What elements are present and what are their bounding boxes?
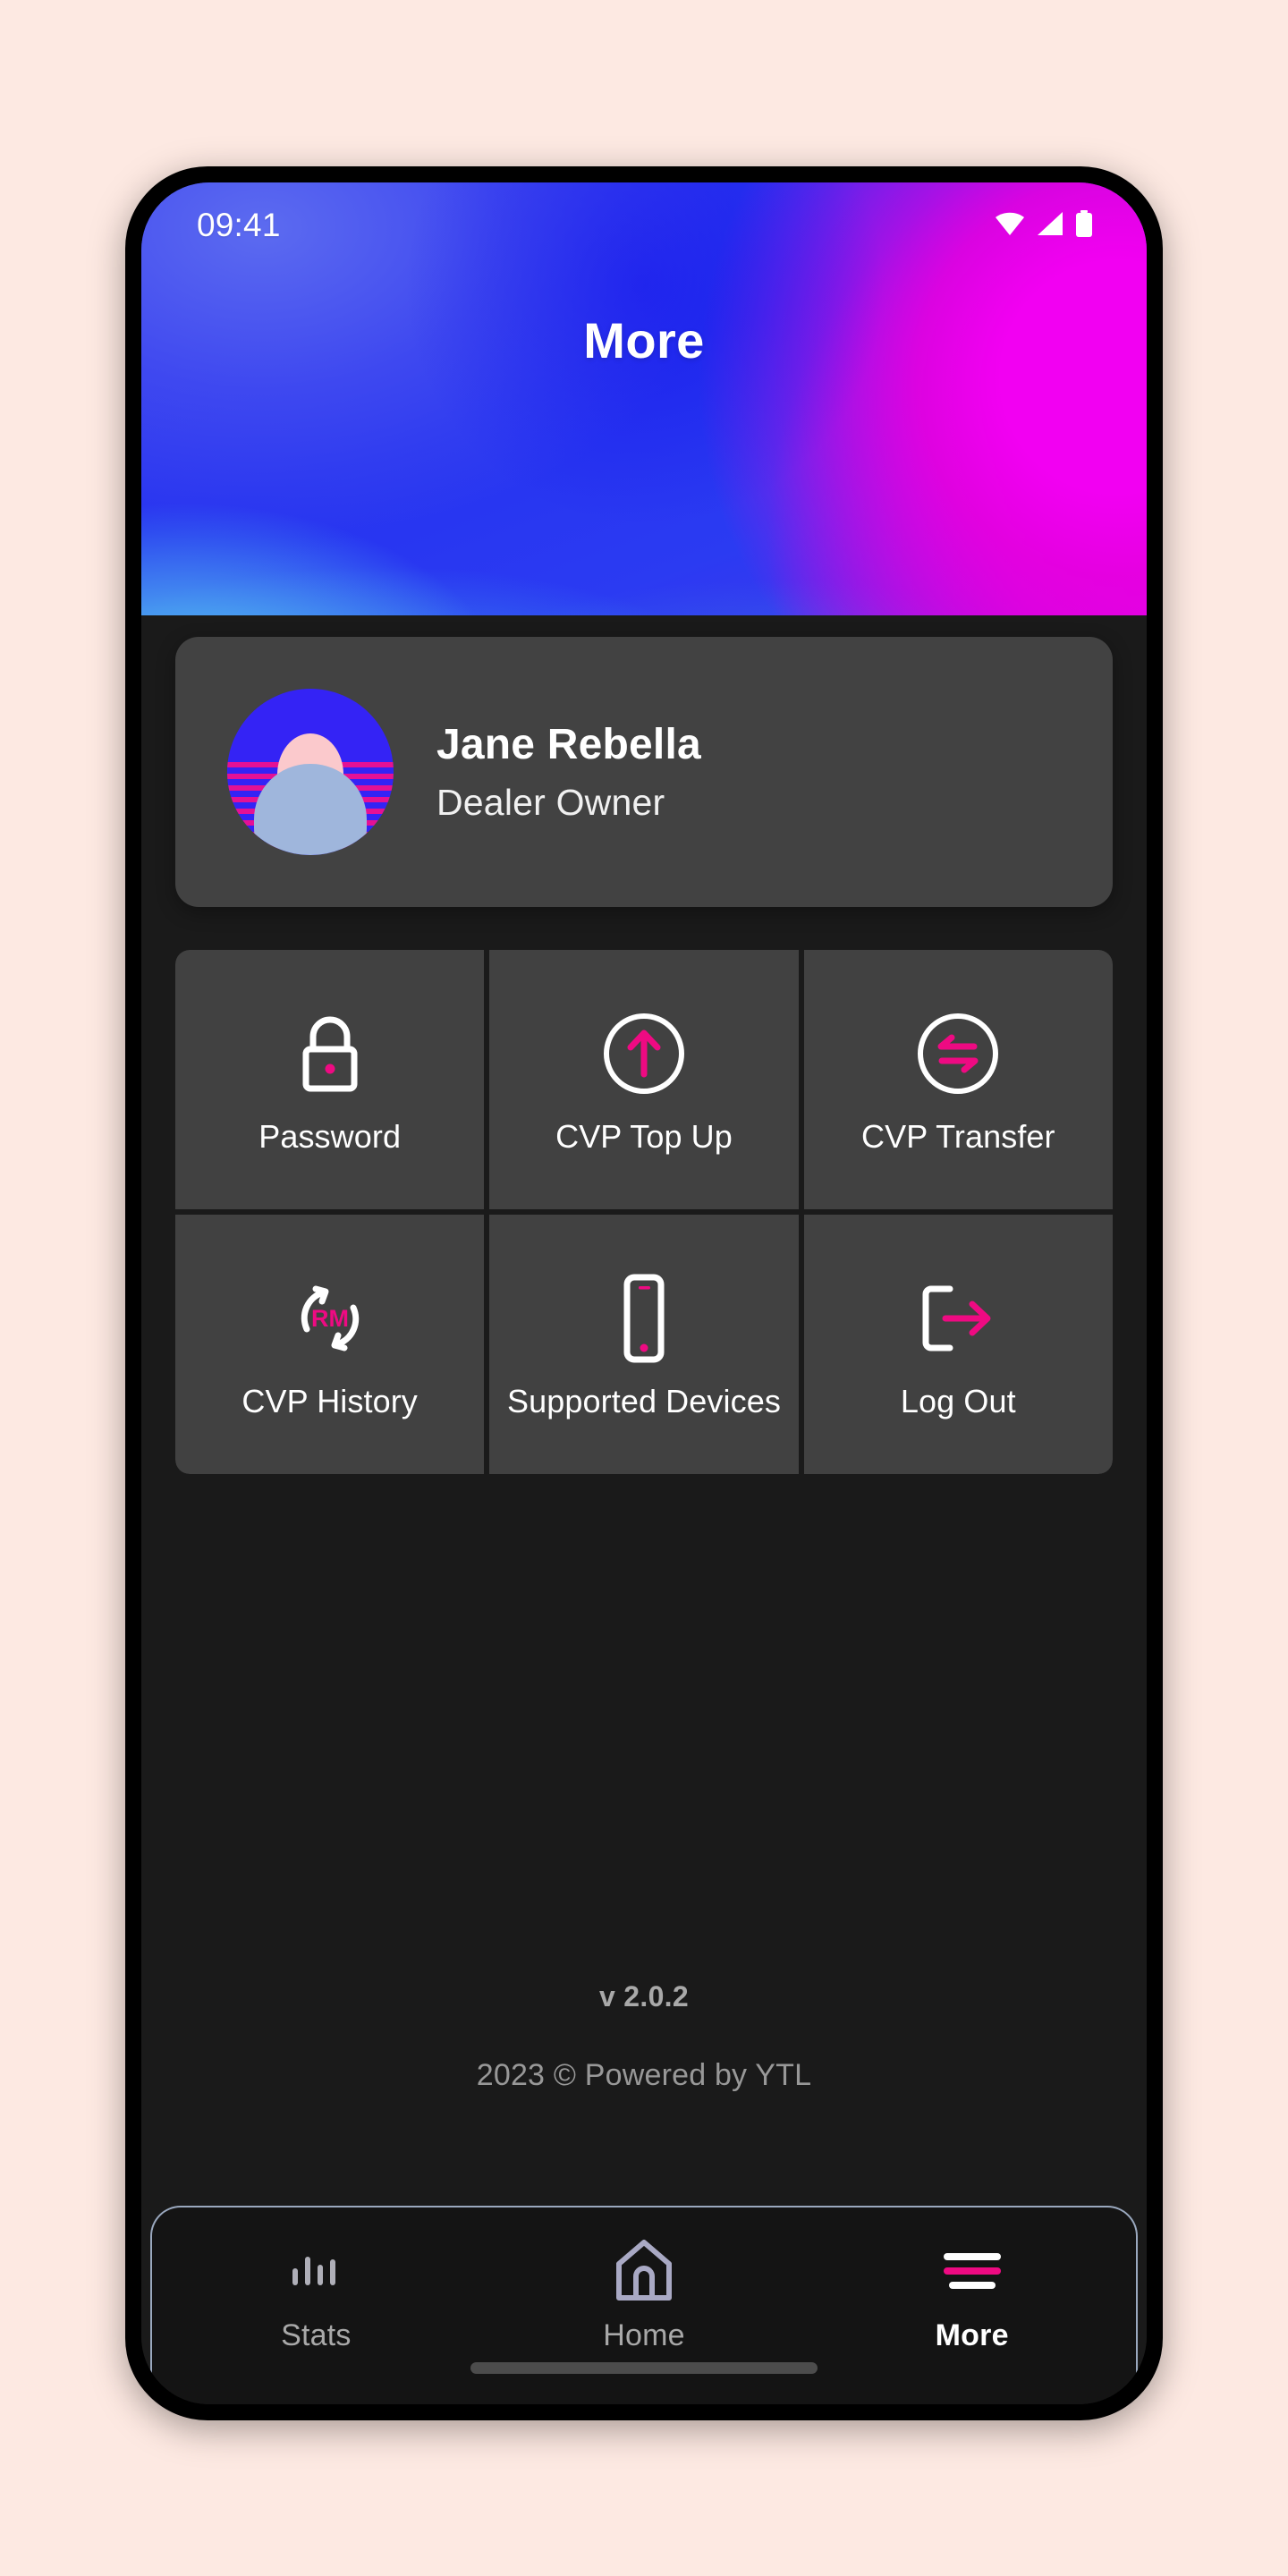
- menu-item-cvp-transfer[interactable]: CVP Transfer: [803, 950, 1113, 1209]
- menu-item-cvp-top-up[interactable]: CVP Top Up: [489, 950, 799, 1209]
- profile-text: Jane Rebella Dealer Owner: [436, 720, 701, 824]
- menu-item-log-out[interactable]: Log Out: [803, 1215, 1113, 1474]
- menu-item-label: Log Out: [900, 1382, 1016, 1419]
- menu-item-label: Password: [258, 1117, 402, 1155]
- nav-item-label: More: [935, 2318, 1009, 2352]
- profile-card[interactable]: Jane Rebella Dealer Owner: [175, 637, 1113, 907]
- wifi-icon: [995, 211, 1025, 241]
- app-copyright: 2023 © Powered by YTL: [476, 2058, 812, 2092]
- circle-transfer-arrows-icon: [915, 1004, 1001, 1104]
- menu-item-label: CVP History: [242, 1382, 418, 1419]
- menu-item-label: CVP Transfer: [861, 1117, 1055, 1155]
- app-version: v 2.0.2: [599, 1980, 689, 2012]
- profile-role: Dealer Owner: [436, 782, 665, 824]
- circle-arrow-up-icon: [601, 1004, 687, 1104]
- nav-item-stats[interactable]: Stats: [152, 2234, 480, 2404]
- bar-chart-icon: [288, 2238, 343, 2304]
- screenshot-canvas: 09:41 More Jane Rebella Dealer Owner Pas…: [0, 0, 1288, 2576]
- refresh-rm-icon: RM: [285, 1268, 375, 1368]
- cellular-signal-icon: [1037, 211, 1063, 241]
- menu-item-cvp-history[interactable]: RM CVP History: [175, 1215, 485, 1474]
- lock-icon: [293, 1004, 367, 1104]
- phone-frame: 09:41 More Jane Rebella Dealer Owner Pas…: [125, 166, 1163, 2420]
- footer: v 2.0.2 2023 © Powered by YTL: [141, 1980, 1147, 2093]
- menu-grid: Password CVP Top Up CVP Transfer RM CVP …: [175, 950, 1113, 1474]
- menu-item-password[interactable]: Password: [175, 950, 485, 1209]
- nav-item-home[interactable]: Home: [480, 2234, 809, 2404]
- mobile-phone-icon: [615, 1268, 673, 1368]
- nav-item-label: Stats: [281, 2318, 352, 2352]
- battery-icon: [1075, 209, 1093, 242]
- menu-item-label: Supported Devices: [507, 1382, 781, 1419]
- logout-arrow-icon: [911, 1268, 1004, 1368]
- nav-item-more[interactable]: More: [808, 2234, 1136, 2404]
- phone-screen: 09:41 More Jane Rebella Dealer Owner Pas…: [141, 182, 1147, 2404]
- avatar: [227, 689, 394, 855]
- bottom-navigation-bar: Stats Home More: [150, 2206, 1138, 2404]
- status-bar-time: 09:41: [197, 207, 281, 243]
- refresh-icon-text: RM: [311, 1305, 349, 1332]
- gesture-home-indicator[interactable]: [470, 2362, 818, 2374]
- home-icon: [608, 2238, 680, 2304]
- page-title: More: [583, 312, 705, 369]
- nav-item-label: Home: [603, 2318, 685, 2352]
- profile-name: Jane Rebella: [436, 720, 701, 768]
- status-bar: 09:41: [141, 182, 1147, 268]
- status-bar-icons: [995, 209, 1093, 242]
- hamburger-icon: [940, 2238, 1004, 2304]
- menu-item-supported-devices[interactable]: Supported Devices: [489, 1215, 799, 1474]
- menu-item-label: CVP Top Up: [555, 1117, 733, 1155]
